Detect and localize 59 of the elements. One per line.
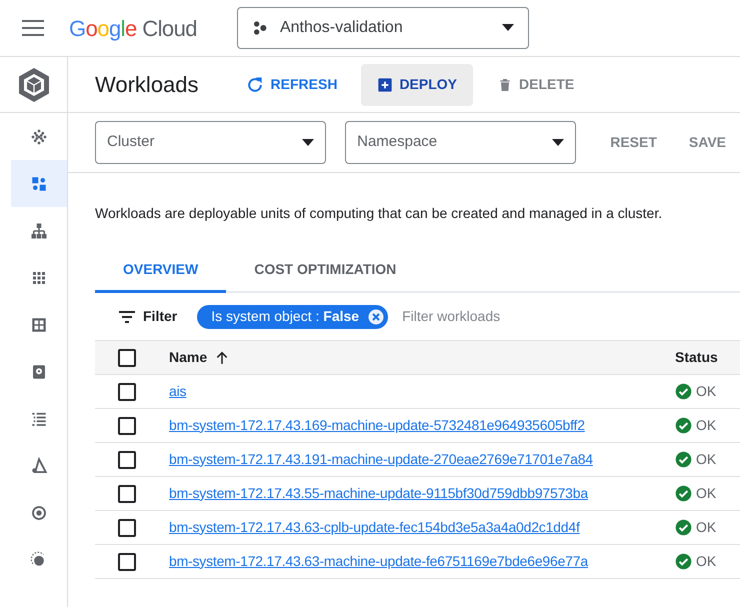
- triangle-icon: [30, 456, 48, 474]
- tab[interactable]: COST OPTIMIZATION: [226, 249, 424, 293]
- target-icon: [30, 504, 48, 522]
- workload-link[interactable]: bm-system-172.17.43.55-machine-update-9115bf30d759dbb97573ba: [169, 484, 588, 500]
- hierarchy-icon: [30, 222, 48, 240]
- project-selector[interactable]: Anthos-validation: [236, 7, 529, 49]
- filter-action-button[interactable]: SAVE: [674, 124, 740, 160]
- workloads-icon: [30, 174, 48, 192]
- workload-link[interactable]: bm-system-172.17.43.169-machine-update-5732481e964935605bff2: [169, 416, 585, 432]
- dropdown-caret-icon: [552, 138, 564, 146]
- checkbox[interactable]: [118, 450, 136, 468]
- page-title: Workloads: [95, 71, 199, 99]
- sort-ascending-icon: [215, 350, 230, 364]
- check-circle-icon: [675, 383, 692, 400]
- column-header[interactable]: Name: [169, 347, 675, 368]
- dropdown-caret-icon: [302, 138, 314, 146]
- dropdown-field[interactable]: Namespace: [345, 121, 576, 164]
- filter-chip[interactable]: Is system object : False: [197, 304, 388, 328]
- toolbar-button[interactable]: REFRESH: [228, 64, 354, 106]
- tab[interactable]: OVERVIEW: [95, 249, 226, 293]
- dropdown-field[interactable]: Cluster: [95, 121, 326, 164]
- tiles-icon: [30, 316, 48, 334]
- filter-button[interactable]: Filter: [119, 306, 178, 327]
- check-circle-icon: [675, 451, 692, 468]
- menu-icon[interactable]: [22, 20, 44, 36]
- check-circle-icon: [675, 485, 692, 502]
- column-header: Status: [675, 348, 719, 367]
- status-text: OK: [696, 416, 716, 435]
- workload-link[interactable]: bm-system-172.17.43.63-machine-update-fe6751169e7bde6e96e77a: [169, 552, 588, 568]
- dots-icon: [30, 128, 48, 146]
- check-circle-icon: [675, 553, 692, 570]
- status-text: OK: [696, 382, 716, 401]
- toolbar-button[interactable]: DEPLOY: [361, 64, 474, 106]
- status-text: OK: [696, 552, 716, 571]
- check-circle-icon: [675, 417, 692, 434]
- check-circle-icon: [675, 519, 692, 536]
- status-text: OK: [696, 518, 716, 537]
- logo[interactable]: Google Cloud: [69, 12, 197, 44]
- project-icon: [252, 20, 268, 36]
- checkbox[interactable]: [118, 552, 136, 570]
- status-text: OK: [696, 450, 716, 469]
- checkbox[interactable]: [118, 416, 136, 434]
- description: Workloads are deployable units of computing that can be created and managed in a cluster.: [95, 204, 664, 223]
- remove-chip-icon[interactable]: [367, 308, 386, 326]
- checkbox[interactable]: [118, 382, 136, 400]
- filter-action-button[interactable]: RESET: [596, 124, 671, 160]
- cube-logo-icon: [16, 66, 50, 102]
- status-text: OK: [696, 484, 716, 503]
- checkbox[interactable]: [118, 484, 136, 502]
- add-icon: [377, 76, 394, 92]
- checkbox[interactable]: [118, 348, 136, 366]
- workload-link[interactable]: ais: [169, 382, 186, 398]
- checkbox[interactable]: [118, 518, 136, 536]
- dropdown-caret-icon: [502, 24, 514, 32]
- sidebar-item[interactable]: [11, 160, 67, 207]
- filter-input[interactable]: Filter workloads: [402, 306, 740, 327]
- workload-link[interactable]: bm-system-172.17.43.191-machine-update-270eae2769e71701e7a84: [169, 450, 593, 466]
- workload-link[interactable]: bm-system-172.17.43.63-cplb-update-fec154bd3e5a3a4a0d2c1dd4f: [169, 518, 580, 534]
- filter-icon: [119, 310, 135, 322]
